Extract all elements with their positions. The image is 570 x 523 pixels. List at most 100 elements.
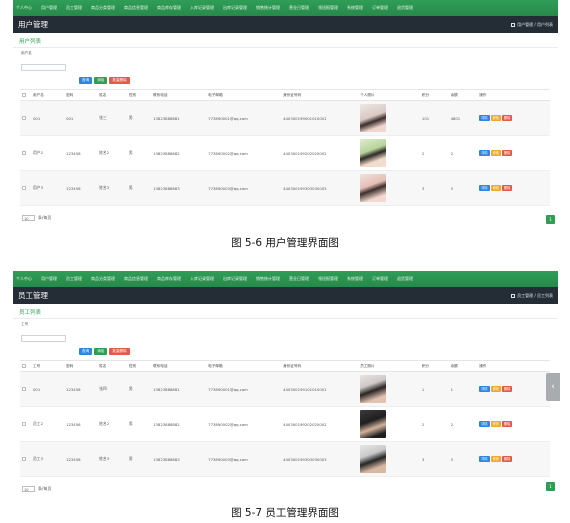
row-checkbox[interactable] [22,456,26,461]
avatar-photo [360,445,387,473]
home-icon[interactable] [511,293,516,298]
table-cell: 3 [419,441,449,477]
column-header: 操作 [477,89,550,101]
nav-item-9[interactable]: 营业日管理 [289,276,309,282]
nav-item-8[interactable]: 销售统计管理 [256,5,280,11]
search-button[interactable]: 查询 [79,348,93,355]
delete-button[interactable]: 删除 [501,386,513,392]
nav-item-1[interactable]: 用户管理 [41,276,57,282]
batch-delete-button[interactable]: 批量删除 [109,77,130,84]
table-cell: 3 [448,441,478,477]
nav-item-12[interactable]: 订单管理 [372,5,388,11]
avatar-photo [360,410,387,438]
page-number-button[interactable]: 1 [546,215,555,224]
select-all-checkbox[interactable] [22,92,26,97]
row-checkbox[interactable] [22,150,26,155]
nav-item-9[interactable]: 营业日管理 [289,5,309,11]
delete-button[interactable]: 删除 [501,115,513,121]
nav-item-3[interactable]: 商品分类管理 [91,5,115,11]
detail-button[interactable]: 详情 [479,456,490,462]
batch-delete-button[interactable]: 批量删除 [109,348,130,355]
column-header: 电子邮箱 [206,89,282,101]
filter-input[interactable] [21,335,66,342]
table-cell: 440300199202020002 [281,406,359,442]
page-size-select[interactable]: 10 [22,486,35,492]
nav-item-1[interactable]: 用户管理 [41,5,57,11]
table-cell: 2 [448,135,478,171]
nav-item-6[interactable]: 入库记录管理 [190,5,214,11]
row-checkbox[interactable] [22,185,26,190]
add-button[interactable]: 添加 [94,348,108,355]
nav-item-2[interactable]: 员工管理 [66,276,82,282]
page-number-button[interactable]: 1 [546,482,555,491]
nav-item-8[interactable]: 销售统计管理 [256,276,280,282]
delete-button[interactable]: 删除 [501,456,513,462]
nav-item-10[interactable]: 领班报管理 [318,276,338,282]
table-cell: 姓名3 [97,170,127,206]
detail-button[interactable]: 详情 [479,185,490,191]
table-cell: 用户2 [31,135,65,171]
actions-cell: 详情 修改 删除 [477,441,550,477]
row-checkbox[interactable] [22,421,26,426]
column-header: 电子邮箱 [206,360,282,372]
nav-item-5[interactable]: 商品库存管理 [157,276,181,282]
column-header: 余额 [448,360,478,372]
edit-button[interactable]: 修改 [490,150,501,156]
actions-cell: 详情 修改 删除 [477,371,550,407]
avatar-photo [360,104,387,132]
section-title: 员工列表 [13,304,558,319]
checkbox-cell [20,170,32,206]
nav-item-11[interactable]: 系统管理 [347,276,363,282]
title-bar: 用户管理 用户管理 / 用户列表 [13,16,558,33]
nav-item-11[interactable]: 系统管理 [347,5,363,11]
edit-button[interactable]: 修改 [490,386,501,392]
nav-item-3[interactable]: 商品分类管理 [91,276,115,282]
row-actions: 详情 修改 删除 [479,421,548,427]
edit-button[interactable]: 修改 [490,456,501,462]
table-cell: 13823888883 [151,170,207,206]
filter-input[interactable] [21,64,66,71]
table-cell [358,371,420,407]
select-all-checkbox[interactable] [22,363,26,368]
nav-item-2[interactable]: 员工管理 [66,5,82,11]
row-checkbox[interactable] [22,115,26,120]
nav-item-4[interactable]: 商品信息管理 [124,5,148,11]
delete-button[interactable]: 删除 [501,150,513,156]
delete-button[interactable]: 删除 [501,185,513,191]
table-cell: 440300199303030003 [281,441,359,477]
edit-button[interactable]: 修改 [490,115,501,121]
detail-button[interactable]: 详情 [479,115,490,121]
nav-item-0[interactable]: 个人中心 [16,5,32,11]
action-buttons: 查询 添加 批量删除 [79,77,550,84]
edit-button[interactable]: 修改 [490,185,501,191]
nav-item-10[interactable]: 领班报管理 [318,5,338,11]
nav-item-13[interactable]: 退货管理 [397,5,413,11]
nav-item-12[interactable]: 订单管理 [372,276,388,282]
table-cell: 男 [126,135,152,171]
search-button[interactable]: 查询 [79,77,93,84]
add-button[interactable]: 添加 [94,77,108,84]
home-icon[interactable] [511,22,516,27]
nav-item-6[interactable]: 入库记录管理 [190,276,214,282]
row-checkbox[interactable] [22,386,26,391]
table-cell: 440300199001010001 [281,100,359,136]
actions-cell: 详情 修改 删除 [477,100,550,136]
nav-item-5[interactable]: 商品库存管理 [157,5,181,11]
row-actions: 详情 修改 删除 [479,185,548,191]
row-actions: 详情 修改 删除 [479,115,548,121]
table-cell: 123456 [64,170,98,206]
nav-item-0[interactable]: 个人中心 [16,276,32,282]
edit-button[interactable]: 修改 [490,421,501,427]
page-size-select[interactable]: 10 [22,215,35,221]
detail-button[interactable]: 详情 [479,386,490,392]
nav-item-7[interactable]: 出库记录管理 [223,276,247,282]
detail-button[interactable]: 详情 [479,421,490,427]
chevron-left-icon[interactable]: ‹ [546,373,560,401]
nav-item-13[interactable]: 退货管理 [397,276,413,282]
nav-item-4[interactable]: 商品信息管理 [124,276,148,282]
detail-button[interactable]: 详情 [479,150,490,156]
table-cell: 773890002@qq.com [206,406,282,442]
row-actions: 详情 修改 删除 [479,386,548,392]
nav-item-7[interactable]: 出库记录管理 [223,5,247,11]
delete-button[interactable]: 删除 [501,421,513,427]
